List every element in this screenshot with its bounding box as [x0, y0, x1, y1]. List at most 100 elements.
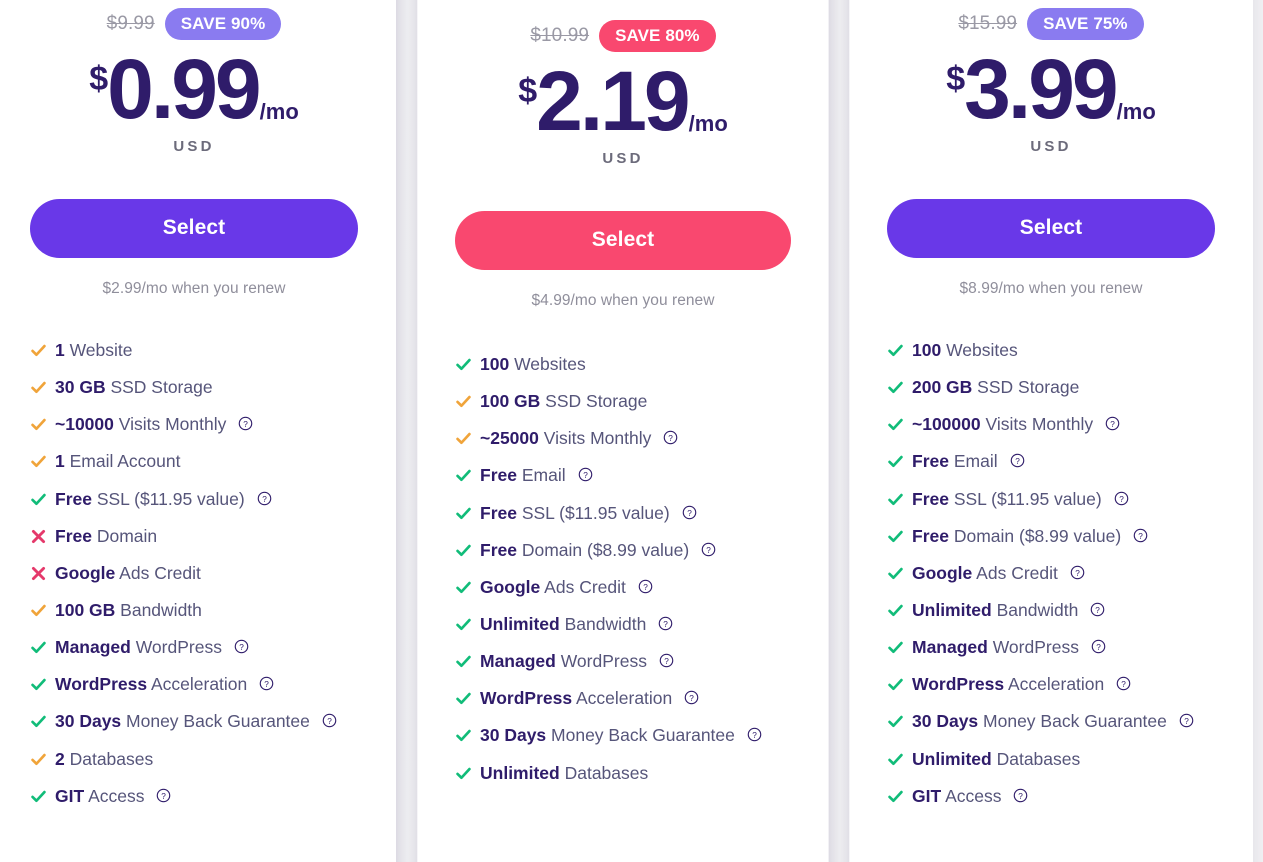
- feature-row: GIT Access?: [887, 784, 1215, 808]
- check-icon-green: [887, 565, 904, 582]
- currency-symbol: $: [946, 60, 965, 98]
- feature-label: Free Domain ($8.99 value): [480, 538, 689, 562]
- feature-row: Free SSL ($11.95 value)?: [455, 501, 791, 525]
- feature-label: Free Email: [912, 449, 998, 473]
- check-icon-green: [455, 505, 472, 522]
- feature-description: Domain: [91, 525, 158, 546]
- cta-wrapper: Select $8.99/mo when you renew: [887, 198, 1215, 298]
- feature-label: Free Domain: [55, 524, 157, 548]
- help-icon[interactable]: ?: [156, 788, 171, 803]
- svg-text:?: ?: [1075, 569, 1080, 578]
- help-icon[interactable]: ?: [257, 491, 272, 506]
- help-icon[interactable]: ?: [1010, 453, 1025, 468]
- select-button[interactable]: Select: [887, 198, 1215, 258]
- help-icon[interactable]: ?: [1070, 565, 1085, 580]
- check-icon-green: [30, 676, 47, 693]
- feature-description: SSD Storage: [972, 377, 1080, 398]
- svg-text:?: ?: [264, 680, 269, 689]
- help-icon[interactable]: ?: [1091, 639, 1106, 654]
- help-icon[interactable]: ?: [1133, 528, 1148, 543]
- help-icon[interactable]: ?: [1013, 788, 1028, 803]
- feature-description: Domain ($8.99 value): [516, 539, 690, 560]
- cross-icon: [30, 528, 47, 545]
- feature-row: Unlimited Databases: [455, 761, 791, 785]
- svg-text:?: ?: [327, 717, 332, 726]
- svg-text:?: ?: [1119, 494, 1124, 503]
- feature-value: Free: [912, 488, 949, 509]
- check-icon-green: [887, 416, 904, 433]
- feature-row: Free Email?: [455, 463, 791, 487]
- check-icon-green: [887, 639, 904, 656]
- select-button[interactable]: Select: [30, 198, 358, 258]
- help-icon[interactable]: ?: [659, 653, 674, 668]
- feature-description: Email: [516, 465, 566, 486]
- feature-label: 30 Days Money Back Guarantee: [55, 709, 310, 733]
- help-icon[interactable]: ?: [1179, 713, 1194, 728]
- feature-row: WordPress Acceleration?: [30, 672, 358, 696]
- help-icon[interactable]: ?: [259, 676, 274, 691]
- feature-description: Money Back Guarantee: [121, 711, 310, 732]
- svg-text:?: ?: [706, 545, 711, 554]
- feature-row: Free Domain ($8.99 value)?: [455, 538, 791, 562]
- currency-symbol: $: [89, 60, 108, 98]
- feature-row: Google Ads Credit: [30, 561, 358, 585]
- feature-value: GIT: [912, 785, 942, 806]
- old-price-row: $15.99 SAVE 75%: [887, 2, 1215, 46]
- check-icon-green: [30, 639, 47, 656]
- help-icon[interactable]: ?: [684, 690, 699, 705]
- feature-description: Bandwidth: [115, 599, 202, 620]
- feature-value: 100 GB: [480, 391, 541, 412]
- help-icon[interactable]: ?: [1105, 416, 1120, 431]
- feature-label: WordPress Acceleration: [912, 672, 1104, 696]
- help-icon[interactable]: ?: [682, 505, 697, 520]
- help-icon[interactable]: ?: [747, 727, 762, 742]
- current-price: $2.19/mo: [455, 54, 791, 148]
- help-icon[interactable]: ?: [322, 713, 337, 728]
- feature-value: 100: [480, 353, 510, 374]
- feature-label: Google Ads Credit: [55, 561, 201, 585]
- feature-value: 200 GB: [912, 377, 973, 398]
- feature-description: Email Account: [64, 451, 181, 472]
- feature-row: Free Domain: [30, 524, 358, 548]
- help-icon[interactable]: ?: [701, 542, 716, 557]
- feature-label: Unlimited Bandwidth: [912, 598, 1078, 622]
- card-gutter-left: [396, 0, 418, 862]
- check-icon-orange: [30, 379, 47, 396]
- feature-row: Google Ads Credit?: [455, 575, 791, 599]
- help-icon[interactable]: ?: [1114, 491, 1129, 506]
- help-icon[interactable]: ?: [234, 639, 249, 654]
- help-icon[interactable]: ?: [238, 416, 253, 431]
- help-icon[interactable]: ?: [663, 430, 678, 445]
- feature-label: Google Ads Credit: [480, 575, 626, 599]
- help-icon[interactable]: ?: [638, 579, 653, 594]
- currency-code: USD: [1030, 137, 1072, 155]
- feature-value: WordPress: [912, 674, 1005, 695]
- card-gutter-right: [828, 0, 850, 862]
- feature-label: 30 Days Money Back Guarantee: [912, 709, 1167, 733]
- feature-label: 200 GB SSD Storage: [912, 375, 1079, 399]
- feature-description: SSD Storage: [105, 377, 213, 398]
- feature-label: 30 GB SSD Storage: [55, 375, 213, 399]
- feature-label: GIT Access: [55, 784, 144, 808]
- price-amount: 2.19: [536, 54, 690, 148]
- check-icon-orange: [30, 751, 47, 768]
- feature-description: Databases: [559, 762, 649, 783]
- check-icon-orange: [30, 342, 47, 359]
- feature-label: Google Ads Credit: [912, 561, 1058, 585]
- feature-row: 30 GB SSD Storage: [30, 375, 358, 399]
- check-icon-green: [887, 788, 904, 805]
- check-icon-green: [455, 579, 472, 596]
- feature-label: GIT Access: [912, 784, 1001, 808]
- svg-text:?: ?: [643, 583, 648, 592]
- select-button[interactable]: Select: [455, 210, 791, 270]
- feature-label: 1 Email Account: [55, 449, 180, 473]
- check-icon-green: [887, 342, 904, 359]
- help-icon[interactable]: ?: [1090, 602, 1105, 617]
- check-icon-green: [455, 727, 472, 744]
- help-icon[interactable]: ?: [578, 467, 593, 482]
- check-icon-green: [455, 690, 472, 707]
- help-icon[interactable]: ?: [658, 616, 673, 631]
- svg-text:?: ?: [1015, 457, 1020, 466]
- pricing-card-business: $15.99 SAVE 75% $3.99/mo USD Select $8.99/mo …: [849, 0, 1253, 862]
- help-icon[interactable]: ?: [1116, 676, 1131, 691]
